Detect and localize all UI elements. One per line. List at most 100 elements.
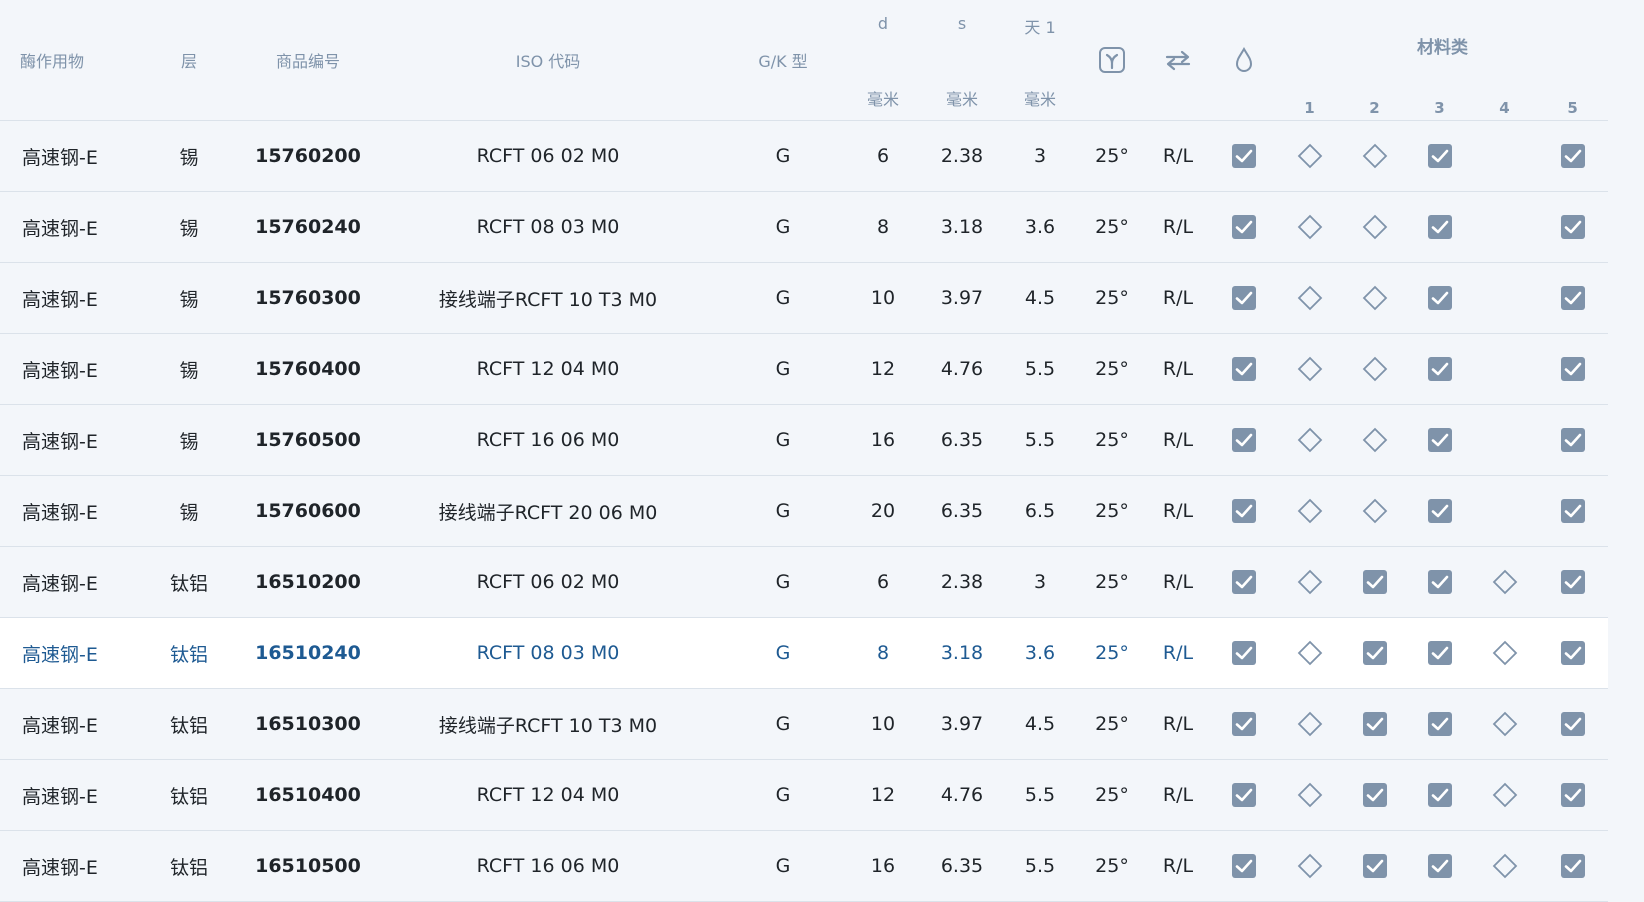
cell-part-no: 16510200 — [243, 546, 373, 618]
checkmark-icon — [1427, 285, 1453, 311]
table-row[interactable]: 高速钢-E 锡 15760240 RCFT 08 03 M0 G 8 3.18 3.6 25° R… — [0, 191, 1609, 263]
table-row[interactable]: 高速钢-E 锡 15760200 RCFT 06 02 M0 G 6 2.38 3 25° R/L — [0, 120, 1609, 192]
checkmark-icon — [1362, 640, 1388, 666]
col-header-s[interactable]: s — [923, 0, 1001, 62]
cell-s: 3.18 — [923, 617, 1001, 689]
cell-material-4 — [1472, 333, 1537, 405]
cell-t1: 5.5 — [1001, 404, 1079, 476]
cell-t1: 4.5 — [1001, 262, 1079, 334]
cell-iso: RCFT 16 06 M0 — [373, 404, 723, 476]
cell-direction: R/L — [1145, 617, 1211, 689]
checkmark-icon — [1427, 427, 1453, 453]
col-header-mat-1[interactable]: 1 — [1277, 62, 1342, 121]
cell-iso: RCFT 08 03 M0 — [373, 191, 723, 263]
cell-material-3 — [1407, 404, 1472, 476]
cell-iso: RCFT 12 04 M0 — [373, 759, 723, 831]
cell-s: 3.18 — [923, 191, 1001, 263]
table-row[interactable]: 高速钢-E 钛铝 16510300 接线端子RCFT 10 T3 M0 G 10 3.97 4… — [0, 688, 1609, 760]
table-row[interactable]: 高速钢-E 锡 15760500 RCFT 16 06 M0 G 16 6.35 5.5 25°… — [0, 404, 1609, 476]
table-row[interactable]: 高速钢-E 锡 15760600 接线端子RCFT 20 06 M0 G 20 6.35 6.… — [0, 475, 1609, 547]
table-row[interactable]: 高速钢-E 钛铝 16510400 RCFT 12 04 M0 G 12 4.76 5.5 25… — [0, 759, 1609, 831]
cell-d: 12 — [843, 759, 923, 831]
table-row[interactable]: 高速钢-E 钛铝 16510200 RCFT 06 02 M0 G 6 2.38 3 25° R/… — [0, 546, 1609, 618]
diamond-icon — [1362, 498, 1388, 524]
cell-material-4 — [1472, 191, 1537, 263]
cell-coolant — [1211, 333, 1277, 405]
col-header-t1[interactable]: 天 1 — [1001, 0, 1079, 62]
diamond-icon — [1297, 143, 1323, 169]
table-body: 高速钢-E 锡 15760200 RCFT 06 02 M0 G 6 2.38 3 25° R/L… — [0, 120, 1609, 902]
cell-coolant — [1211, 688, 1277, 760]
cell-angle: 25° — [1079, 404, 1145, 476]
cell-coolant — [1211, 830, 1277, 902]
col-header-part-no[interactable]: 商品编号 — [243, 0, 373, 121]
cell-material-4 — [1472, 546, 1537, 618]
checkmark-icon — [1427, 498, 1453, 524]
gamma-angle-icon — [1098, 47, 1126, 73]
cell-part-no: 15760400 — [243, 333, 373, 405]
col-header-enzyme[interactable]: 酶作用物 — [0, 0, 135, 121]
cell-layer: 钛铝 — [135, 617, 243, 689]
cell-part-no: 15760300 — [243, 262, 373, 334]
col-header-mat-2[interactable]: 2 — [1342, 62, 1407, 121]
table-row[interactable]: 高速钢-E 锡 15760400 RCFT 12 04 M0 G 12 4.76 5.5 25°… — [0, 333, 1609, 405]
checkmark-icon — [1427, 143, 1453, 169]
table-row[interactable]: 高速钢-E 钛铝 16510240 RCFT 08 03 M0 G 8 3.18 3.6 25°… — [0, 617, 1609, 689]
col-header-d[interactable]: d — [843, 0, 923, 62]
table-row[interactable]: 高速钢-E 钛铝 16510500 RCFT 16 06 M0 G 16 6.35 5.5 25… — [0, 830, 1609, 902]
cell-angle: 25° — [1079, 333, 1145, 405]
diamond-icon — [1492, 640, 1518, 666]
cell-iso: RCFT 16 06 M0 — [373, 830, 723, 902]
col-header-angle[interactable] — [1079, 0, 1145, 121]
diamond-icon — [1492, 569, 1518, 595]
cell-material-1 — [1277, 191, 1342, 263]
cell-part-no: 15760500 — [243, 404, 373, 476]
checkmark-icon — [1560, 498, 1586, 524]
cell-layer: 锡 — [135, 404, 243, 476]
cell-iso: RCFT 08 03 M0 — [373, 617, 723, 689]
col-header-coolant[interactable] — [1211, 0, 1277, 121]
col-header-layer[interactable]: 层 — [135, 0, 243, 121]
cell-enzyme: 高速钢-E — [0, 191, 135, 263]
cell-material-1 — [1277, 333, 1342, 405]
cell-angle: 25° — [1079, 759, 1145, 831]
cell-material-5 — [1537, 546, 1609, 618]
cell-part-no: 16510240 — [243, 617, 373, 689]
col-header-iso[interactable]: ISO 代码 — [373, 0, 723, 121]
cell-coolant — [1211, 404, 1277, 476]
checkmark-icon — [1560, 285, 1586, 311]
cell-iso: 接线端子RCFT 10 T3 M0 — [373, 262, 723, 334]
cell-gk: G — [723, 475, 843, 547]
cell-s: 3.97 — [923, 688, 1001, 760]
cell-material-3 — [1407, 475, 1472, 547]
checkmark-icon — [1231, 711, 1257, 737]
checkmark-icon — [1427, 214, 1453, 240]
checkmark-icon — [1231, 427, 1257, 453]
col-header-mat-5[interactable]: 5 — [1537, 62, 1609, 121]
checkmark-icon — [1231, 640, 1257, 666]
cell-t1: 3.6 — [1001, 191, 1079, 263]
col-header-direction[interactable] — [1145, 0, 1211, 121]
cell-material-5 — [1537, 759, 1609, 831]
cell-d: 8 — [843, 191, 923, 263]
cell-material-3 — [1407, 759, 1472, 831]
col-header-mat-4[interactable]: 4 — [1472, 62, 1537, 121]
col-header-gk[interactable]: G/K 型 — [723, 0, 843, 121]
cell-layer: 锡 — [135, 262, 243, 334]
checkmark-icon — [1560, 356, 1586, 382]
cell-material-3 — [1407, 191, 1472, 263]
cell-material-1 — [1277, 120, 1342, 192]
cell-iso: RCFT 12 04 M0 — [373, 333, 723, 405]
cell-s: 6.35 — [923, 830, 1001, 902]
table-row[interactable]: 高速钢-E 锡 15760300 接线端子RCFT 10 T3 M0 G 10 3.97 4.… — [0, 262, 1609, 334]
cell-material-5 — [1537, 475, 1609, 547]
diamond-icon — [1297, 285, 1323, 311]
cell-material-3 — [1407, 830, 1472, 902]
cell-coolant — [1211, 759, 1277, 831]
cell-iso: 接线端子RCFT 20 06 M0 — [373, 475, 723, 547]
col-header-material: 材料类 — [1417, 38, 1469, 58]
cell-d: 6 — [843, 546, 923, 618]
cell-gk: G — [723, 333, 843, 405]
cell-material-4 — [1472, 617, 1537, 689]
col-header-mat-3[interactable]: 3 — [1407, 62, 1472, 121]
